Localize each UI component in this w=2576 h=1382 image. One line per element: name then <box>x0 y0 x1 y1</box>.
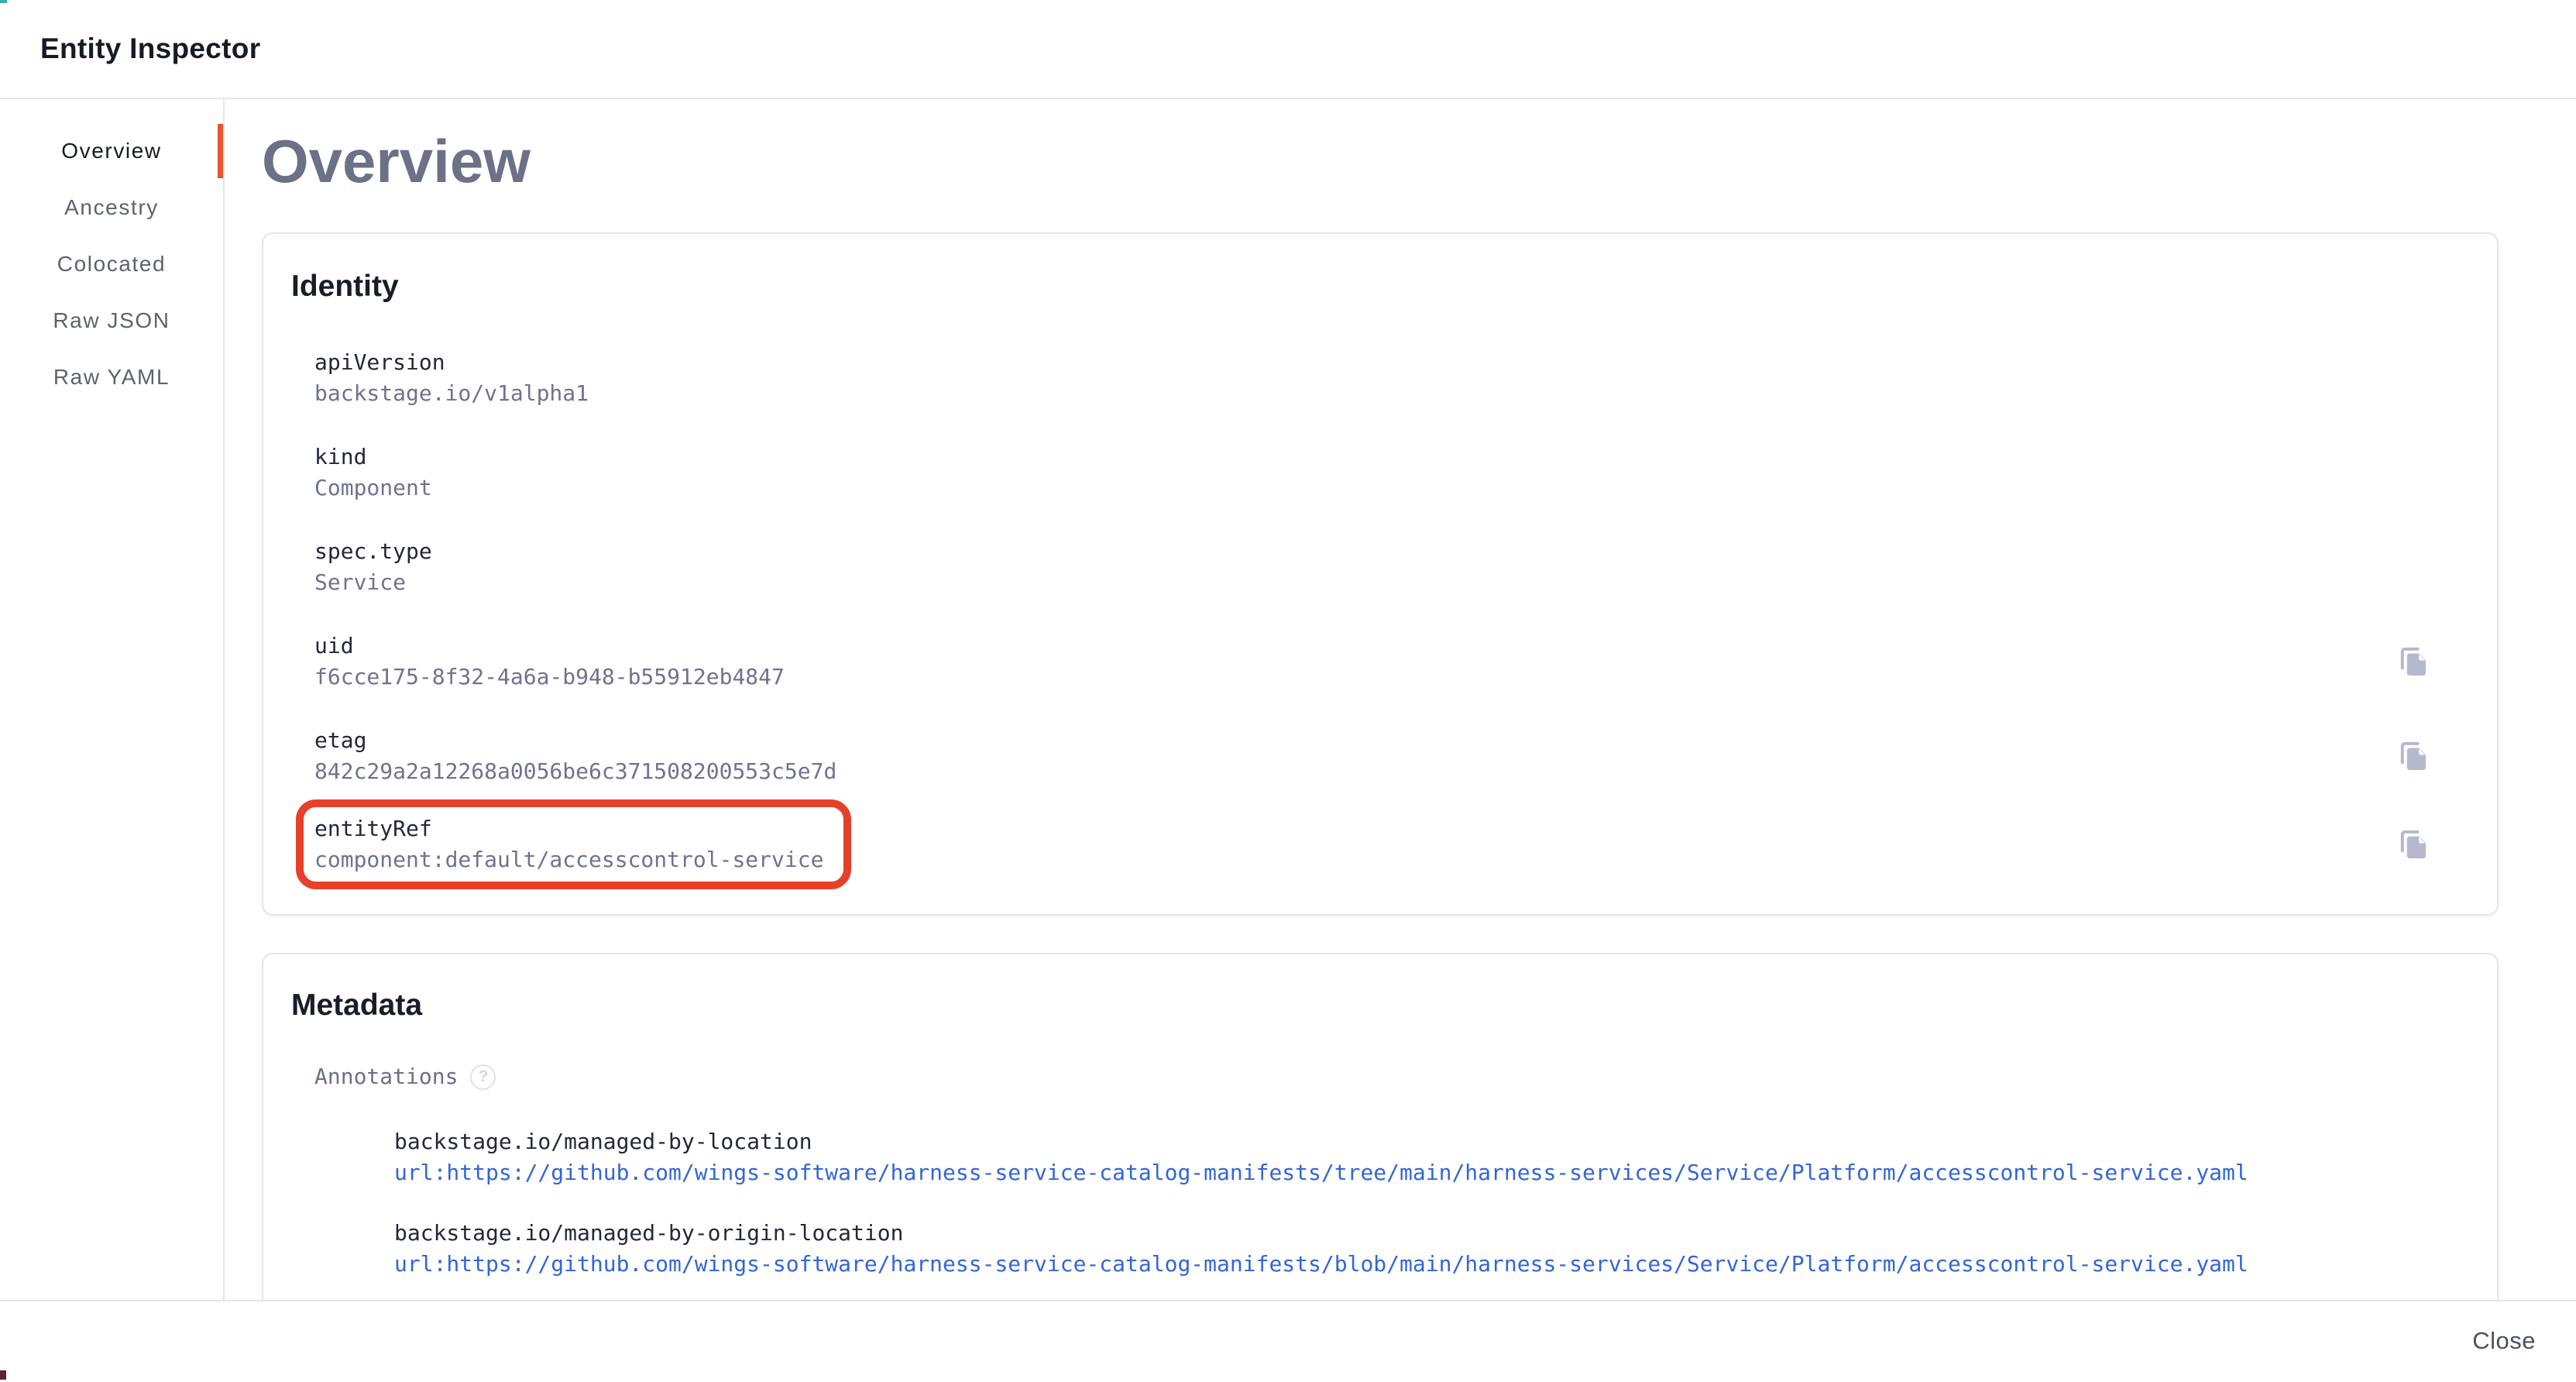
copy-icon <box>2396 738 2431 774</box>
field-row-etag: etag 842c29a2a12268a0056be6c371508200553… <box>314 725 2466 787</box>
tab-raw-yaml-label: Raw YAML <box>53 365 170 390</box>
identity-heading: Identity <box>291 270 2466 304</box>
tab-raw-yaml[interactable]: Raw YAML <box>0 349 223 405</box>
copy-uid-button[interactable] <box>2395 643 2432 680</box>
annotations-label: Annotations <box>314 1061 458 1092</box>
metadata-card: Metadata Annotations ? backstage.io/mana… <box>262 953 2499 1300</box>
field-value: backstage.io/v1alpha1 <box>314 378 589 409</box>
field-value: f6cce175-8f32-4a6a-b948-b55912eb4847 <box>314 662 785 693</box>
tab-raw-json[interactable]: Raw JSON <box>0 292 223 349</box>
field-row-apiversion: apiVersion backstage.io/v1alpha1 <box>314 347 2466 409</box>
identity-card: Identity apiVersion backstage.io/v1alpha… <box>262 232 2499 916</box>
annotations-section-label: Annotations ? <box>314 1061 2466 1092</box>
dialog-footer: Close <box>0 1300 2576 1380</box>
tab-ancestry-label: Ancestry <box>64 195 159 220</box>
corner-artifact-top-left <box>0 0 7 3</box>
tabs-sidebar: Overview Ancestry Colocated Raw JSON Raw… <box>0 99 225 1300</box>
dialog-header: Entity Inspector <box>0 0 2576 99</box>
active-tab-indicator <box>218 124 223 178</box>
tab-colocated-label: Colocated <box>57 252 166 277</box>
copy-etag-button[interactable] <box>2395 737 2432 775</box>
annotation-key: backstage.io/managed-by-origin-location <box>394 1218 2466 1249</box>
tab-ancestry[interactable]: Ancestry <box>0 179 223 235</box>
tab-colocated[interactable]: Colocated <box>0 235 223 292</box>
field-value: Service <box>314 567 432 598</box>
tab-overview-label: Overview <box>61 139 162 163</box>
copy-entityref-button[interactable] <box>2395 826 2432 863</box>
copy-icon <box>2396 827 2431 862</box>
tab-overview[interactable]: Overview <box>0 122 223 179</box>
page-title: Overview <box>262 125 2576 197</box>
dialog-title: Entity Inspector <box>40 33 260 65</box>
annotation-row-managed-by-origin-location: backstage.io/managed-by-origin-location … <box>394 1218 2466 1280</box>
metadata-heading: Metadata <box>291 988 2466 1023</box>
help-icon[interactable]: ? <box>470 1064 496 1090</box>
field-row-spec-type: spec.type Service <box>314 536 2466 598</box>
field-label: etag <box>314 725 836 756</box>
field-label: spec.type <box>314 536 432 567</box>
close-button[interactable]: Close <box>2458 1316 2550 1366</box>
field-label: uid <box>314 631 785 662</box>
annotation-link[interactable]: url:https://github.com/wings-software/ha… <box>394 1157 2248 1188</box>
entityref-highlight-box: entityRef component:default/accesscontro… <box>296 799 851 889</box>
main-content: Overview Identity apiVersion backstage.i… <box>225 99 2576 1300</box>
field-value: 842c29a2a12268a0056be6c371508200553c5e7d <box>314 756 836 787</box>
annotation-link[interactable]: url:https://github.com/wings-software/ha… <box>394 1249 2248 1280</box>
field-label: kind <box>314 442 432 473</box>
field-row-entityref: entityRef component:default/accesscontro… <box>314 820 2466 869</box>
copy-icon <box>2396 644 2431 679</box>
annotation-key: backstage.io/managed-by-location <box>394 1126 2466 1157</box>
tab-raw-json-label: Raw JSON <box>53 308 170 333</box>
field-row-uid: uid f6cce175-8f32-4a6a-b948-b55912eb4847 <box>314 631 2466 693</box>
field-row-kind: kind Component <box>314 442 2466 504</box>
field-label: apiVersion <box>314 347 589 378</box>
field-value: Component <box>314 473 432 504</box>
annotation-row-managed-by-location: backstage.io/managed-by-location url:htt… <box>394 1126 2466 1188</box>
dialog-body: Overview Ancestry Colocated Raw JSON Raw… <box>0 99 2576 1300</box>
corner-artifact-bottom-left <box>0 1370 6 1380</box>
field-label: entityRef <box>314 813 823 844</box>
field-value: component:default/accesscontrol-service <box>314 844 823 875</box>
identity-fields: apiVersion backstage.io/v1alpha1 kind Co… <box>314 347 2466 869</box>
